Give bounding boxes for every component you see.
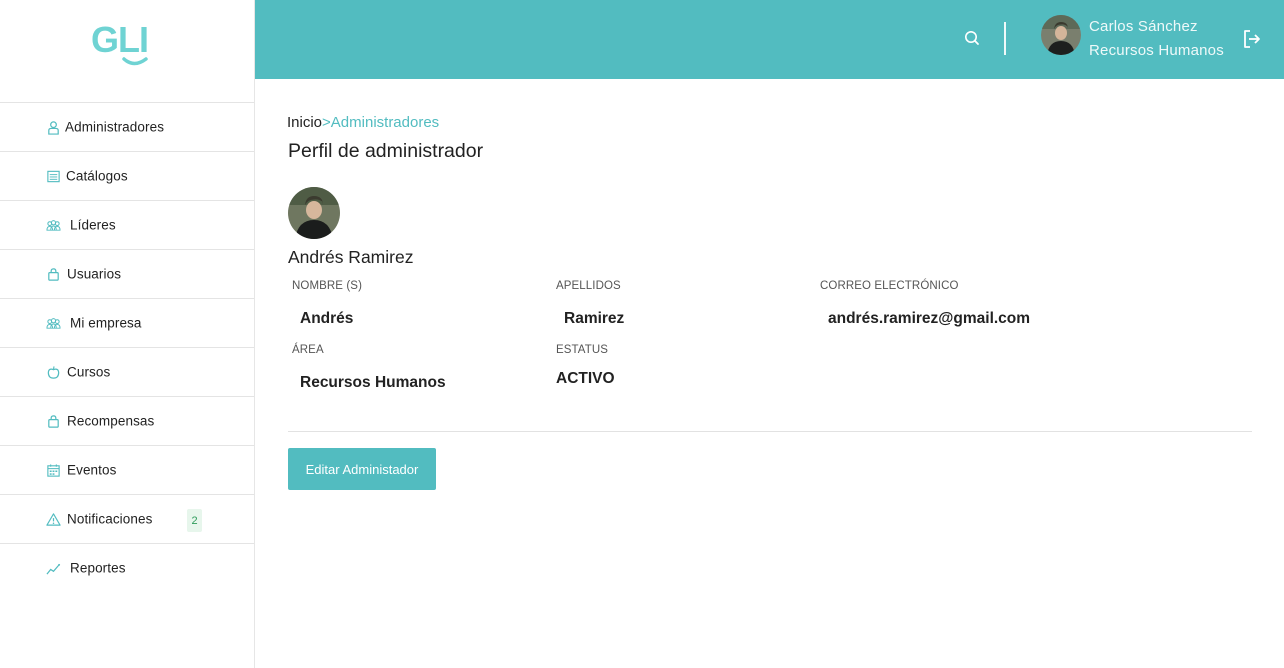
correo-value: andrés.ramirez@gmail.com	[828, 310, 1031, 327]
sidebar-item-recompensas[interactable]: Recompensas	[0, 396, 254, 445]
list-icon	[45, 168, 61, 184]
apellidos-value: Ramirez	[564, 310, 625, 327]
edit-admin-button[interactable]: Editar Administador	[288, 448, 436, 490]
sidebar-nav: Administradores Catálogos Líderes Usuari…	[0, 102, 254, 592]
correo-label: CORREO ELECTRÓNICO	[820, 280, 959, 292]
area-value: Recursos Humanos	[300, 374, 446, 391]
sidebar-item-label: Administradores	[65, 119, 165, 135]
breadcrumb-current-link[interactable]: Administradores	[331, 114, 439, 131]
brand-logo[interactable]: GLI	[90, 18, 164, 70]
notification-count-badge: 2	[187, 509, 202, 532]
profile-avatar	[288, 187, 340, 239]
sidebar-item-cursos[interactable]: Cursos	[0, 347, 254, 396]
profile-full-name: Andrés Ramirez	[288, 247, 414, 267]
user-role: Recursos Humanos	[1089, 42, 1224, 59]
sidebar: GLI Administradores Catálogos Líderes Us…	[0, 0, 255, 668]
sidebar-item-label: Reportes	[70, 560, 126, 576]
topbar-divider	[1004, 22, 1006, 55]
estatus-label: ESTATUS	[556, 344, 609, 356]
nombre-label: NOMBRE (S)	[292, 280, 362, 292]
sidebar-item-label: Cursos	[67, 364, 111, 380]
user-name: Carlos Sánchez	[1089, 18, 1198, 35]
bag-icon	[45, 266, 61, 282]
breadcrumb-separator: >	[322, 114, 331, 131]
sidebar-item-notificaciones[interactable]: Notificaciones 2	[0, 494, 254, 543]
section-divider	[288, 431, 1252, 432]
sidebar-item-label: Notificaciones	[67, 511, 153, 527]
group-icon	[45, 217, 61, 233]
breadcrumb: Inicio>Administradores	[287, 114, 439, 131]
page-title: Perfil de administrador	[288, 140, 484, 162]
calendar-icon	[45, 462, 61, 478]
sidebar-item-label: Líderes	[70, 217, 116, 233]
estatus-value: ACTIVO	[556, 370, 615, 387]
user-icon	[45, 119, 61, 135]
apple-icon	[45, 364, 61, 380]
sidebar-item-label: Catálogos	[66, 168, 128, 184]
area-label: ÁREA	[292, 344, 324, 356]
chart-line-icon	[45, 560, 61, 576]
sidebar-item-usuarios[interactable]: Usuarios	[0, 249, 254, 298]
bag-icon	[45, 413, 61, 429]
sidebar-item-mi-empresa[interactable]: Mi empresa	[0, 298, 254, 347]
sidebar-item-catalogos[interactable]: Catálogos	[0, 151, 254, 200]
search-icon[interactable]	[962, 28, 982, 48]
user-avatar[interactable]	[1041, 15, 1081, 55]
sidebar-item-label: Eventos	[67, 462, 117, 478]
sidebar-item-lideres[interactable]: Líderes	[0, 200, 254, 249]
sidebar-item-eventos[interactable]: Eventos	[0, 445, 254, 494]
topbar: Carlos Sánchez Recursos Humanos	[255, 0, 1284, 79]
breadcrumb-home-link[interactable]: Inicio	[287, 114, 322, 131]
sidebar-item-label: Usuarios	[67, 266, 122, 282]
sidebar-item-administradores[interactable]: Administradores	[0, 102, 254, 151]
sidebar-item-reportes[interactable]: Reportes	[0, 543, 254, 592]
alert-icon	[45, 511, 61, 527]
sidebar-item-label: Recompensas	[67, 413, 155, 429]
logout-icon[interactable]	[1241, 28, 1263, 50]
nombre-value: Andrés	[300, 310, 354, 327]
sidebar-item-label: Mi empresa	[70, 315, 142, 331]
group-icon	[45, 315, 61, 331]
apellidos-label: APELLIDOS	[556, 280, 621, 292]
svg-text:GLI: GLI	[91, 19, 148, 60]
